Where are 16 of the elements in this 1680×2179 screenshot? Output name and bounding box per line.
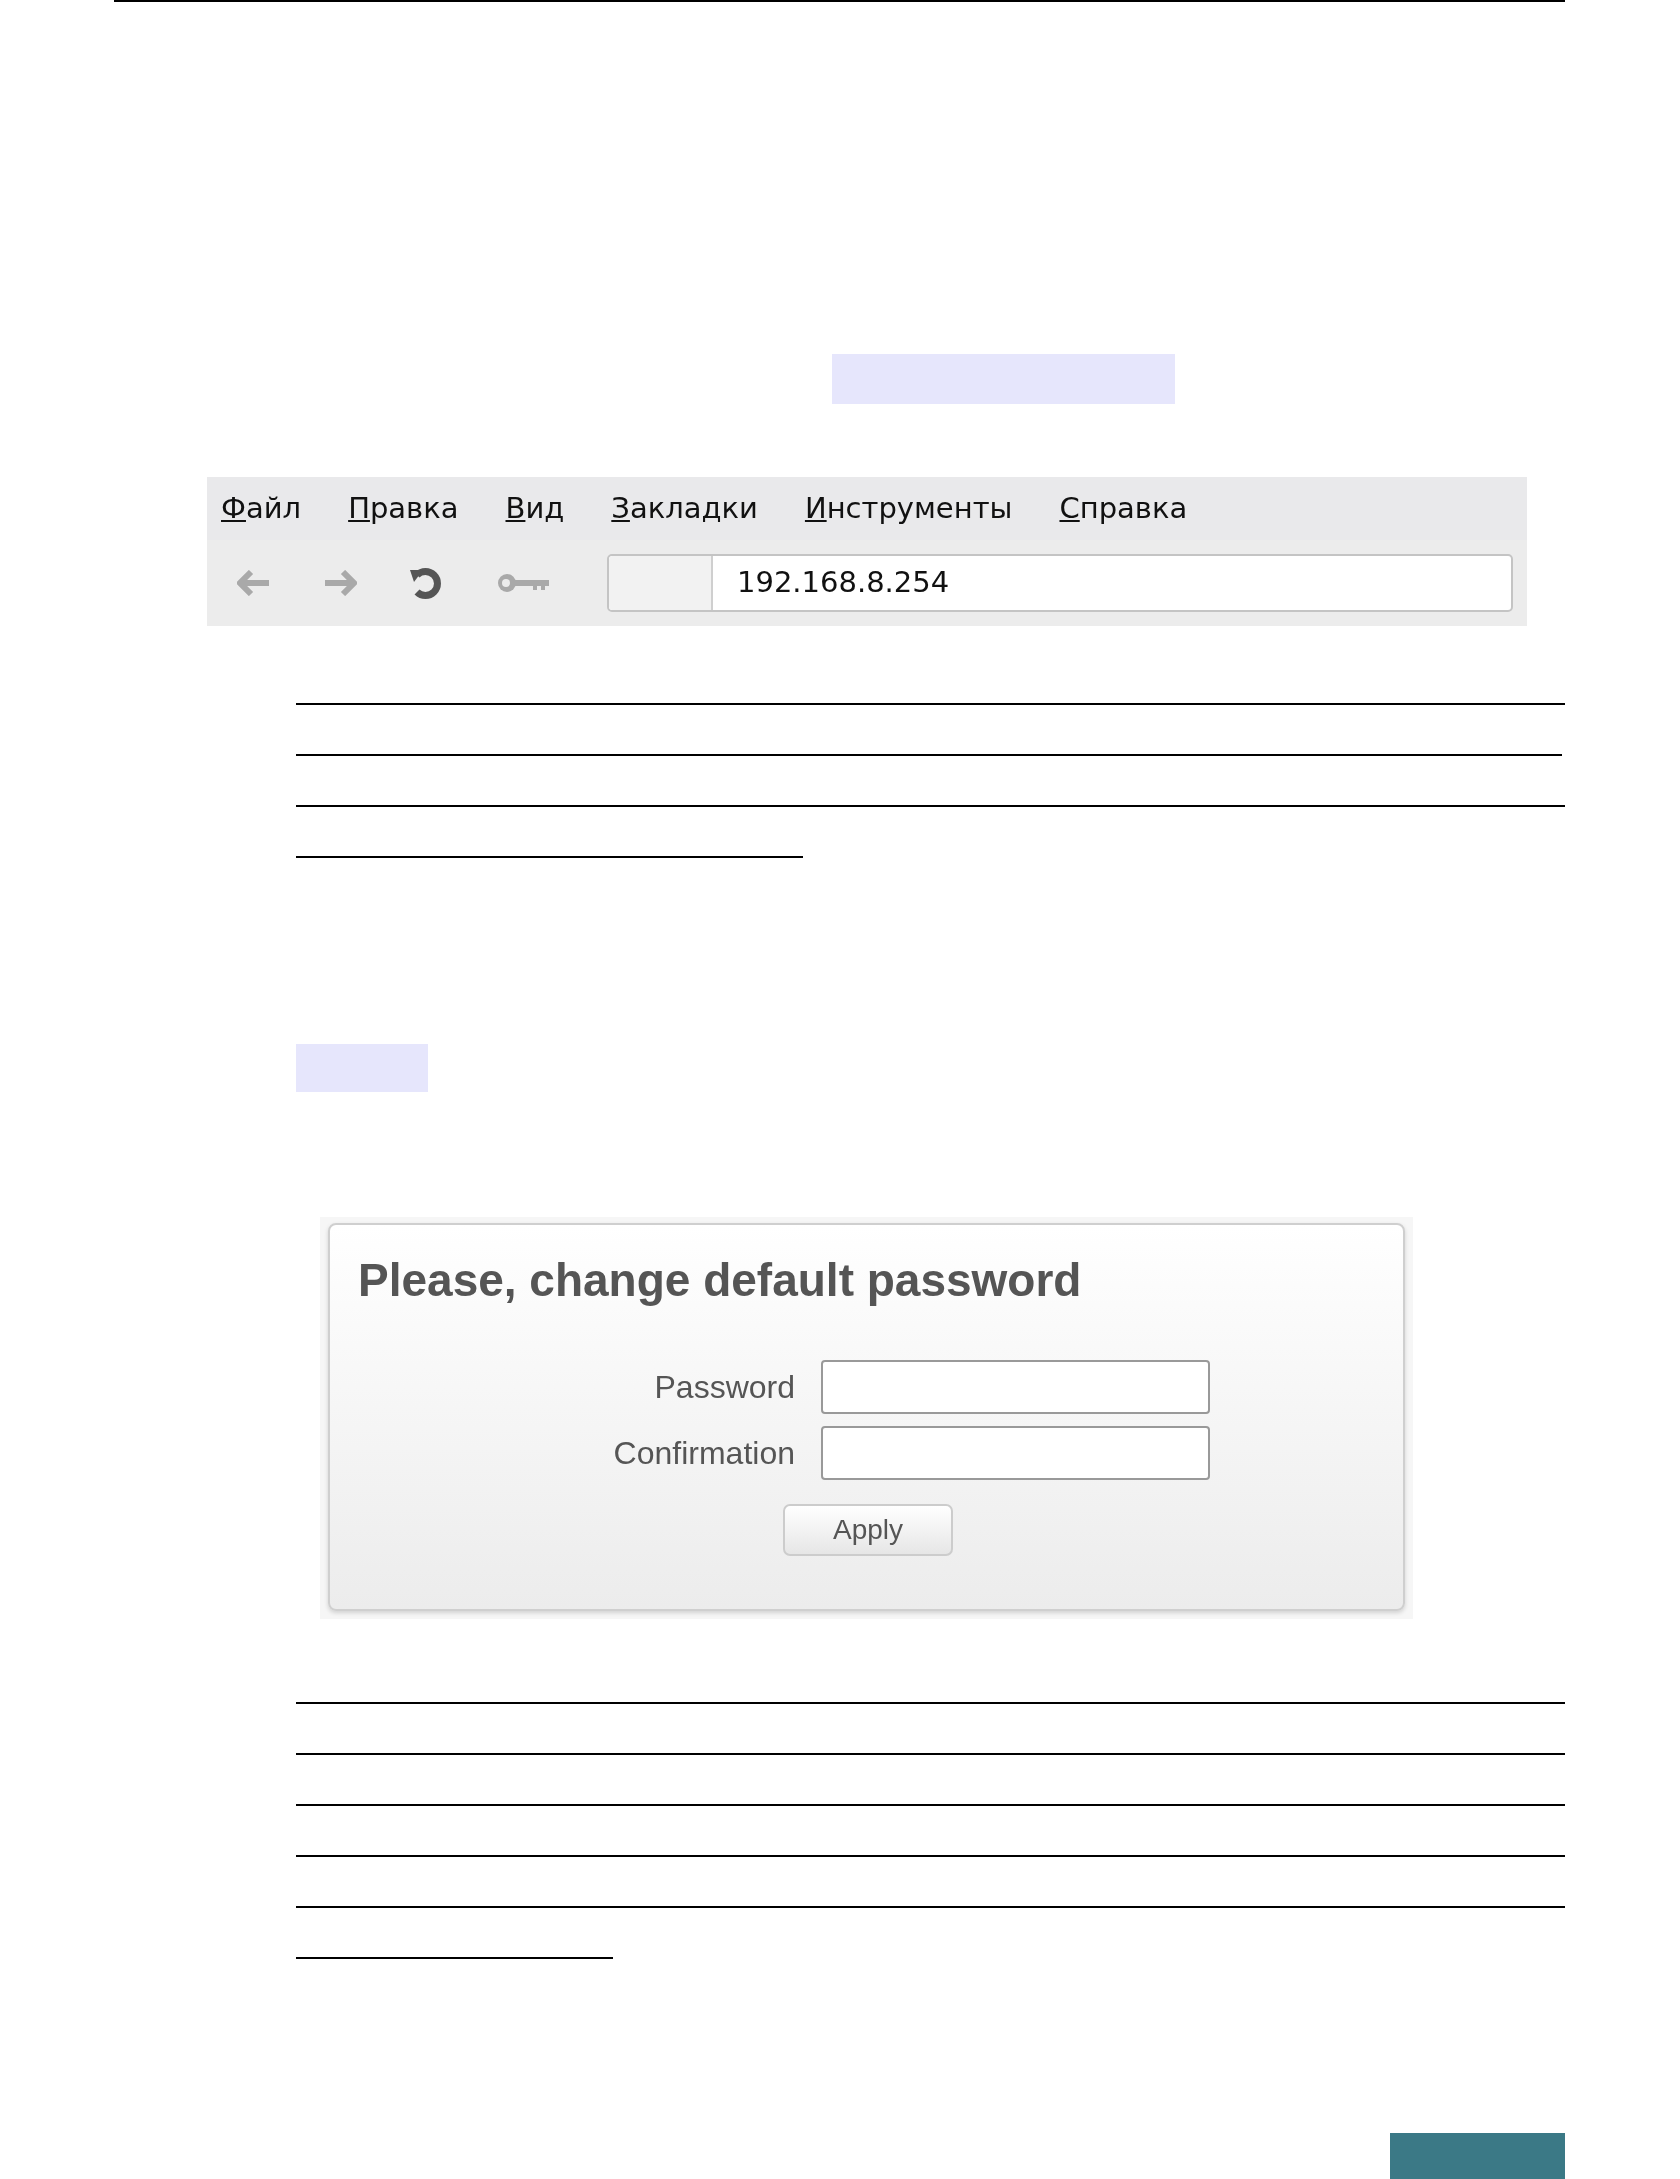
input-field[interactable] — [821, 1426, 1210, 1481]
field-label: Confirmation — [612, 1434, 796, 1474]
apply-button[interactable]: Apply — [783, 1504, 953, 1557]
forward-arrow-icon[interactable] — [323, 570, 357, 596]
address-field[interactable]: 192.168.8.254 — [607, 554, 1513, 612]
menu-item[interactable]: Файл — [221, 486, 302, 531]
menu-item[interactable]: Справка — [1059, 486, 1188, 531]
dialog-title: Please, change default password — [358, 1253, 1083, 1308]
menu-item[interactable]: Вид — [505, 486, 565, 531]
menu-item[interactable]: Правка — [348, 486, 459, 531]
key-icon[interactable] — [497, 571, 551, 595]
input-field[interactable] — [821, 1360, 1210, 1415]
menu-item[interactable]: Закладки — [611, 486, 758, 531]
menu-item[interactable]: Инструменты — [804, 486, 1013, 531]
field-label: Password — [653, 1368, 796, 1408]
back-arrow-icon[interactable] — [237, 570, 271, 596]
